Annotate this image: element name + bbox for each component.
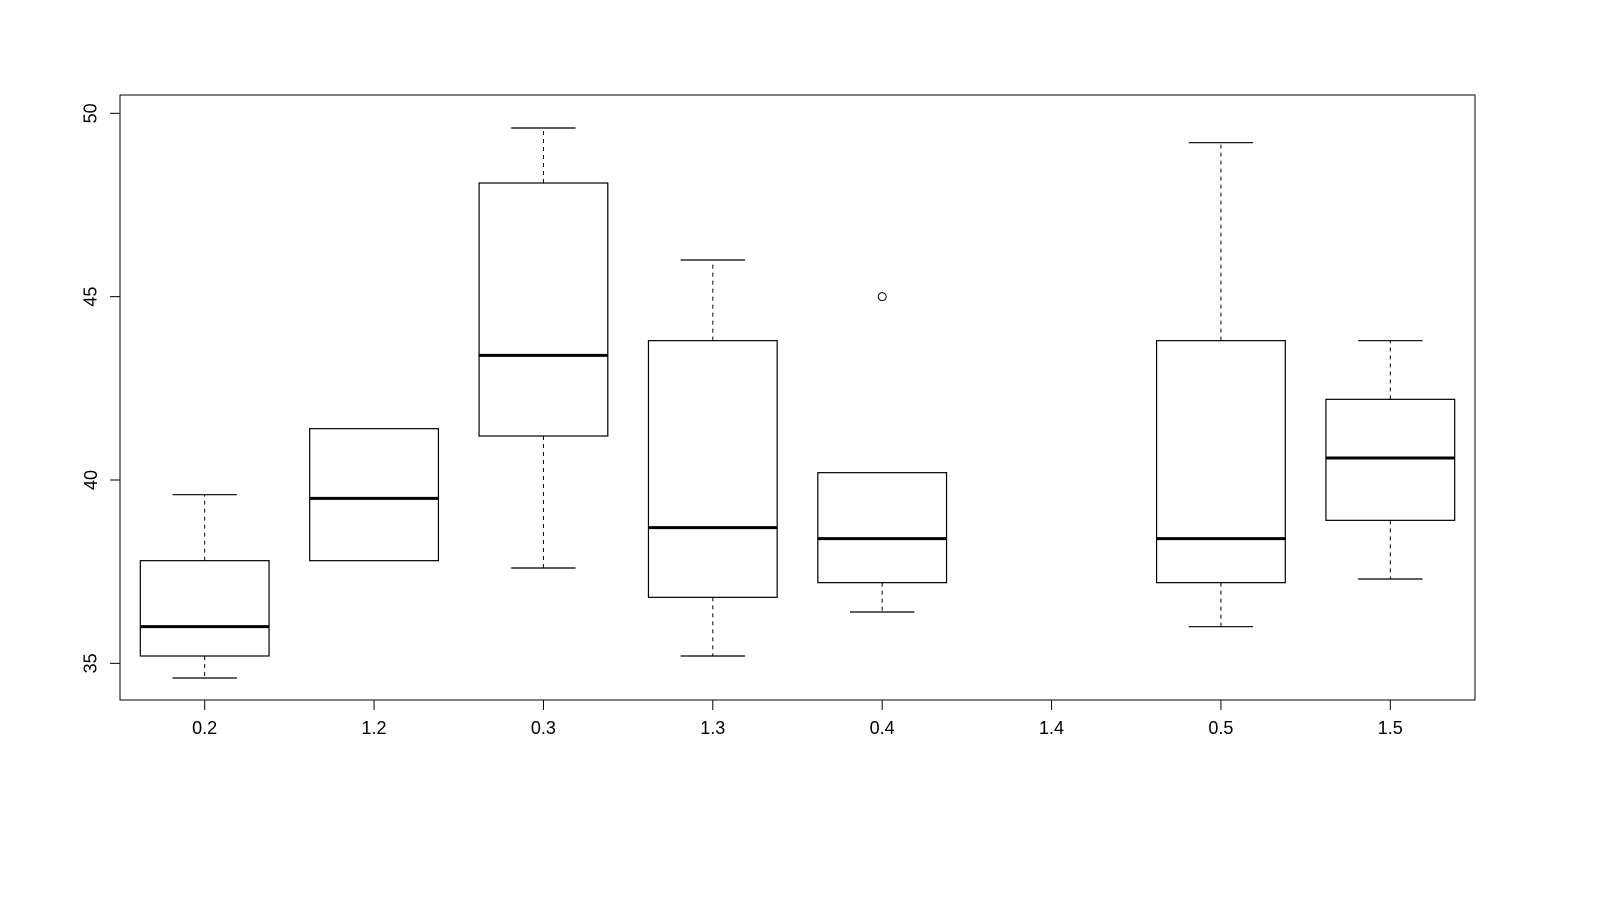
x-tick-label: 0.2 — [192, 718, 217, 738]
boxplot-chart: 35 40 45 50 0.2 1.2 0.3 1.3 0.4 1.4 0.5 1.5 — [0, 0, 1600, 901]
box — [818, 473, 947, 583]
x-tick-label: 1.2 — [362, 718, 387, 738]
x-tick-label: 1.4 — [1039, 718, 1064, 738]
box — [310, 429, 439, 561]
y-tick-label: 35 — [81, 653, 101, 673]
x-tick-label: 1.5 — [1378, 718, 1403, 738]
x-tick-label: 0.3 — [531, 718, 556, 738]
y-tick-label: 45 — [81, 287, 101, 307]
box — [479, 183, 608, 436]
x-tick-label: 0.5 — [1208, 718, 1233, 738]
x-tick-label: 1.3 — [700, 718, 725, 738]
outlier-point — [878, 293, 886, 301]
y-tick-label: 40 — [81, 470, 101, 490]
box — [140, 561, 269, 656]
box — [648, 341, 777, 598]
x-tick-label: 0.4 — [870, 718, 895, 738]
box — [1326, 399, 1455, 520]
y-tick-label: 50 — [81, 103, 101, 123]
box — [1157, 341, 1286, 583]
